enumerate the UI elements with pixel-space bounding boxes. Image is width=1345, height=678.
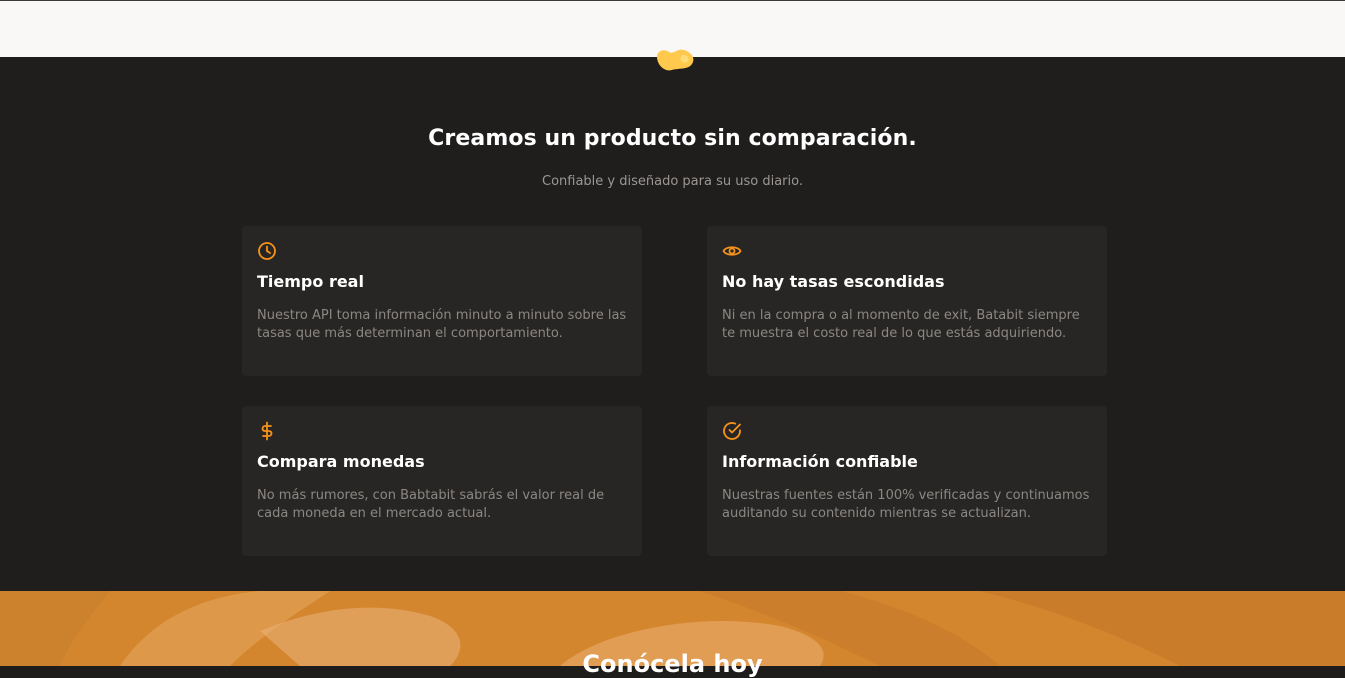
feature-card-informacion-confiable: Información confiable Nuestras fuentes e… (707, 406, 1107, 556)
card-title: Compara monedas (257, 452, 425, 471)
section-subtitle: Confiable y diseñado para su uso diario. (542, 174, 803, 189)
clock-icon (258, 242, 276, 260)
batabit-blob-logo-icon (656, 49, 694, 71)
feature-card-tiempo-real: Tiempo real Nuestro API toma información… (242, 226, 642, 376)
feature-card-compara-monedas: Compara monedas No más rumores, con Babt… (242, 406, 642, 556)
card-text: No más rumores, con Babtabit sabrás el v… (257, 488, 605, 521)
hero-title: Conócela hoy (582, 650, 763, 678)
card-title: Información confiable (722, 452, 918, 471)
check-circle-icon (723, 422, 741, 440)
card-title: No hay tasas escondidas (722, 272, 945, 291)
dollar-icon (261, 421, 273, 441)
section-title: Creamos un producto sin comparación. (428, 126, 917, 151)
card-title: Tiempo real (257, 272, 364, 291)
card-text: Nuestro API toma información minuto a mi… (257, 308, 627, 341)
eye-icon (722, 246, 742, 256)
card-text: Ni en la compra o al momento de exit, Ba… (722, 308, 1080, 341)
feature-card-no-hay-tasas: No hay tasas escondidas Ni en la compra … (707, 226, 1107, 376)
card-text: Nuestras fuentes están 100% verificadas … (722, 488, 1090, 521)
